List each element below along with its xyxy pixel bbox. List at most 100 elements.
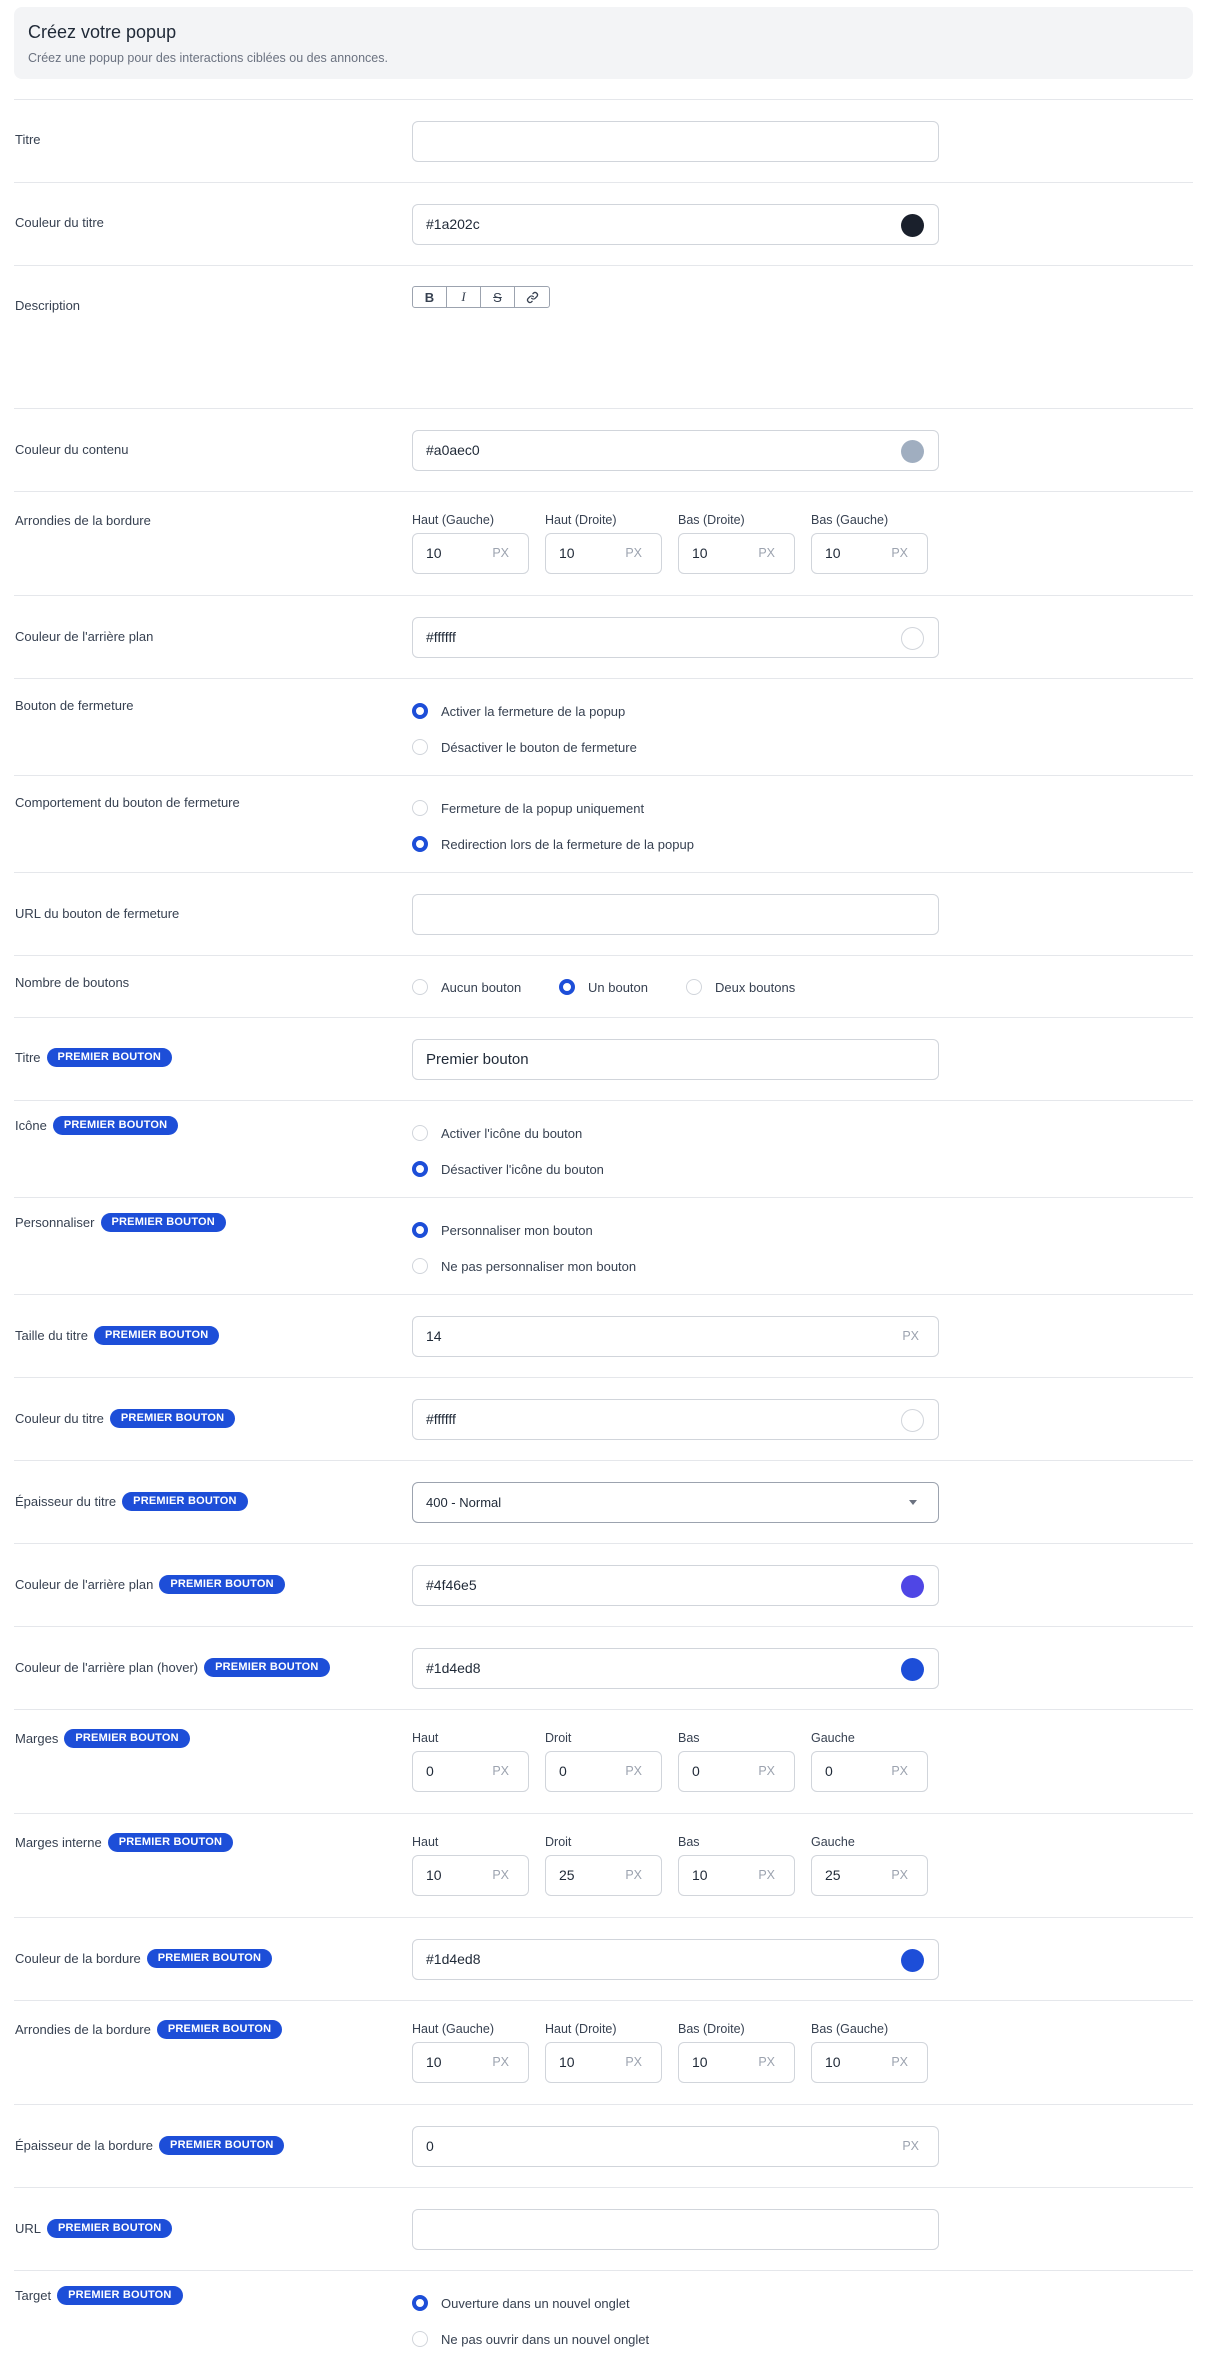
radio-dot[interactable] — [412, 979, 428, 995]
radio-disable-close[interactable]: Désactiver le bouton de fermeture — [412, 739, 637, 755]
label-text: Couleur de l'arrière plan (hover) — [15, 1660, 199, 1675]
unit-label: PX — [891, 1764, 908, 1778]
radio-enable-close[interactable]: Activer la fermeture de la popup — [412, 703, 625, 719]
italic-button[interactable]: I — [447, 287, 481, 307]
radius-bottom-right-input[interactable]: 10 PX — [678, 533, 795, 574]
field-label: Couleur du titre PREMIER BOUTON — [15, 1409, 236, 1428]
cell-label: Haut (Droite) — [545, 2022, 617, 2036]
button-radius-bottom-left-input[interactable]: 10 PX — [811, 2042, 928, 2083]
field-label: Target PREMIER BOUTON — [15, 2286, 183, 2305]
unit-label: PX — [625, 546, 642, 560]
radio-dot[interactable] — [412, 2295, 428, 2311]
padding-right-input[interactable]: 25 PX — [545, 1855, 662, 1896]
close-url-input[interactable] — [412, 894, 939, 935]
radio-customize[interactable]: Personnaliser mon bouton — [412, 1222, 593, 1238]
radio-label: Personnaliser mon bouton — [441, 1222, 593, 1238]
radio-dot[interactable] — [412, 800, 428, 816]
radio-redirect-on-close[interactable]: Redirection lors de la fermeture de la p… — [412, 836, 694, 852]
radio-disable-icon[interactable]: Désactiver l'icône du bouton — [412, 1161, 604, 1177]
radio-enable-icon[interactable]: Activer l'icône du bouton — [412, 1125, 582, 1141]
color-swatch[interactable] — [901, 627, 924, 650]
radio-dot[interactable] — [412, 1125, 428, 1141]
margin-bottom-input[interactable]: 0 PX — [678, 1751, 795, 1792]
premier-bouton-badge: PREMIER BOUTON — [159, 2136, 285, 2155]
field-label: Arrondies de la bordure PREMIER BOUTON — [15, 2020, 283, 2039]
title-size-input[interactable]: 14 PX — [412, 1316, 939, 1357]
radio-dot[interactable] — [412, 739, 428, 755]
content-color-input[interactable]: #a0aec0 — [412, 430, 939, 471]
premier-bouton-badge: PREMIER BOUTON — [156, 2020, 283, 2039]
title-input[interactable] — [412, 121, 939, 162]
radius-bottom-left-input[interactable]: 10 PX — [811, 533, 928, 574]
radio-dot[interactable] — [412, 1222, 428, 1238]
premier-bouton-badge: PREMIER BOUTON — [46, 1048, 172, 1067]
premier-bouton-badge: PREMIER BOUTON — [52, 1116, 179, 1135]
premier-bouton-badge: PREMIER BOUTON — [64, 1729, 190, 1748]
radius-top-right-input[interactable]: 10 PX — [545, 533, 662, 574]
button-border-color-input[interactable]: #1d4ed8 — [412, 1939, 939, 1980]
radio-close-only[interactable]: Fermeture de la popup uniquement — [412, 800, 644, 816]
background-color-input[interactable]: #ffffff — [412, 617, 939, 658]
button-bg-color-input[interactable]: #4f46e5 — [412, 1565, 939, 1606]
radio-dot[interactable] — [412, 836, 428, 852]
button-radius-top-right-input[interactable]: 10 PX — [545, 2042, 662, 2083]
radio-dot[interactable] — [412, 1258, 428, 1274]
button-bg-hover-color-input[interactable]: #1d4ed8 — [412, 1648, 939, 1689]
unit-label: PX — [758, 1868, 775, 1882]
field-label: Comportement du bouton de fermeture — [15, 795, 240, 810]
field-label: Couleur de l'arrière plan PREMIER BOUTON — [15, 1575, 285, 1594]
margin-top-input[interactable]: 0 PX — [412, 1751, 529, 1792]
button-radius-bottom-right-input[interactable]: 10 PX — [678, 2042, 795, 2083]
row-button-target: Target PREMIER BOUTON Ouverture dans un n… — [14, 2270, 1193, 2357]
button-title-input[interactable]: Premier bouton — [412, 1039, 939, 1080]
link-button[interactable] — [515, 287, 549, 307]
color-swatch[interactable] — [901, 1409, 924, 1432]
unit-label: PX — [758, 2055, 775, 2069]
radio-one-button[interactable]: Un bouton — [559, 979, 648, 995]
padding-top-input[interactable]: 10 PX — [412, 1855, 529, 1896]
cell-value: 0 — [692, 1763, 700, 1779]
radio-dot[interactable] — [412, 2331, 428, 2347]
padding-left: Gauche 25 PX — [811, 1835, 928, 1896]
radio-label: Ouverture dans un nouvel onglet — [441, 2295, 630, 2311]
color-swatch[interactable] — [901, 1949, 924, 1972]
radio-dot[interactable] — [412, 703, 428, 719]
margin-left-input[interactable]: 0 PX — [811, 1751, 928, 1792]
color-swatch[interactable] — [901, 440, 924, 463]
cell-label: Droit — [545, 1835, 572, 1849]
row-couleur-arriere: Couleur de l'arrière plan #ffffff — [14, 595, 1193, 678]
button-radius-top-left-input[interactable]: 10 PX — [412, 2042, 529, 2083]
radio-no-customize[interactable]: Ne pas personnaliser mon bouton — [412, 1258, 636, 1274]
radio-same-tab[interactable]: Ne pas ouvrir dans un nouvel onglet — [412, 2331, 649, 2347]
padding-bottom-input[interactable]: 10 PX — [678, 1855, 795, 1896]
unit-label: PX — [492, 546, 509, 560]
radio-dot[interactable] — [559, 979, 575, 995]
radio-no-button[interactable]: Aucun bouton — [412, 979, 521, 995]
border-width-input[interactable]: 0 PX — [412, 2126, 939, 2167]
radio-new-tab[interactable]: Ouverture dans un nouvel onglet — [412, 2295, 630, 2311]
radio-label: Deux boutons — [715, 979, 796, 995]
radio-dot[interactable] — [412, 1161, 428, 1177]
radio-label: Ne pas ouvrir dans un nouvel onglet — [441, 2331, 650, 2347]
padding-bottom: Bas 10 PX — [678, 1835, 795, 1896]
title-weight-select[interactable]: 400 - Normal — [412, 1482, 939, 1523]
radio-dot[interactable] — [686, 979, 702, 995]
color-swatch[interactable] — [901, 1658, 924, 1681]
strikethrough-button[interactable]: S — [481, 287, 515, 307]
button-url-input[interactable] — [412, 2209, 939, 2250]
radius-bottom-right: Bas (Droite) 10 PX — [678, 513, 795, 574]
button-title-color-value: #ffffff — [426, 1411, 456, 1427]
field-label: Nombre de boutons — [15, 975, 130, 990]
color-swatch[interactable] — [901, 214, 924, 237]
padding-left-input[interactable]: 25 PX — [811, 1855, 928, 1896]
button-title-color-input[interactable]: #ffffff — [412, 1399, 939, 1440]
radio-two-buttons[interactable]: Deux boutons — [686, 979, 795, 995]
unit-label: PX — [902, 2139, 919, 2153]
label-text: Personnaliser — [15, 1215, 95, 1230]
title-color-input[interactable]: #1a202c — [412, 204, 939, 245]
radius-top-left-input[interactable]: 10 PX — [412, 533, 529, 574]
bold-button[interactable]: B — [413, 287, 447, 307]
color-swatch[interactable] — [901, 1575, 924, 1598]
margin-right-input[interactable]: 0 PX — [545, 1751, 662, 1792]
row-button-bg-color: Couleur de l'arrière plan PREMIER BOUTON … — [14, 1543, 1193, 1626]
